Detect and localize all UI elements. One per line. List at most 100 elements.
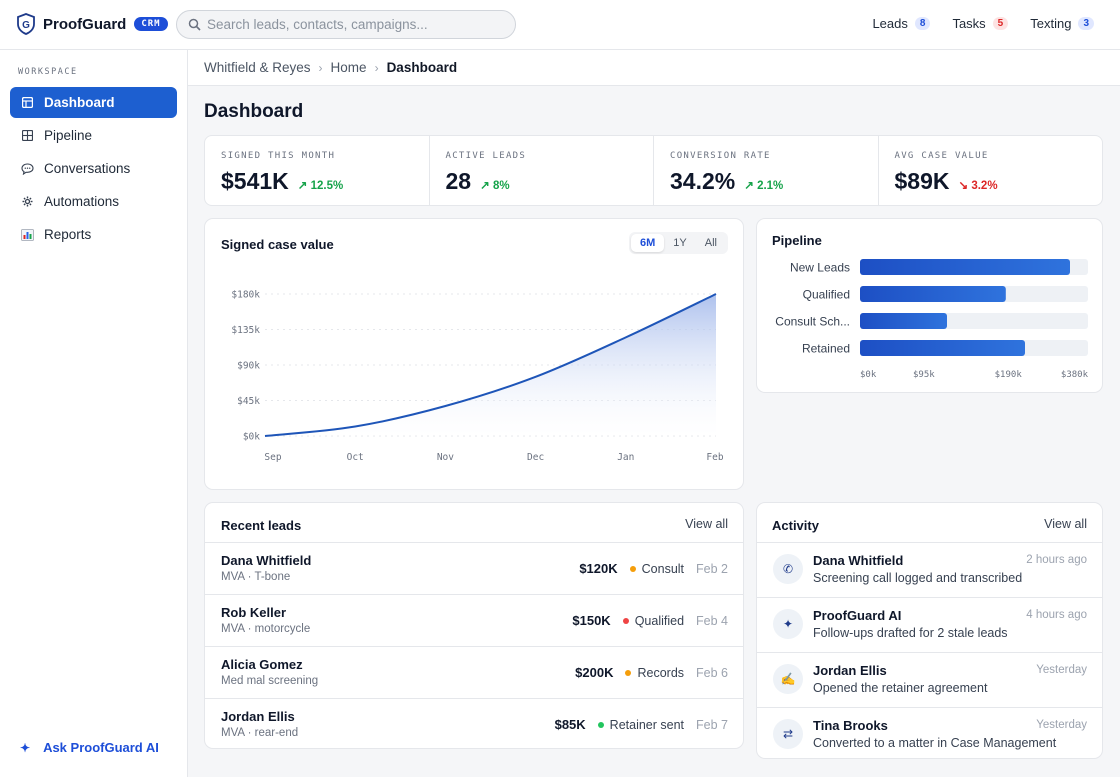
y-tick-label: $45k xyxy=(237,396,260,407)
lead-stage: Consult xyxy=(641,561,685,576)
texting-count-badge: 3 xyxy=(1078,17,1094,30)
activity-item[interactable]: ✦ ProofGuard AI Follow-ups drafted for 2… xyxy=(757,597,1102,652)
top-link-texting[interactable]: Texting 3 xyxy=(1030,16,1094,31)
y-tick-label: $90k xyxy=(237,361,260,372)
stat-delta: ↗ 2.1% xyxy=(744,178,783,192)
sidebar-item-label: Pipeline xyxy=(44,128,93,143)
bar-chart-icon xyxy=(20,228,34,242)
stat-avg-case-value: AVG CASE VALUE $89K ↘ 3.2% xyxy=(879,136,1103,205)
lead-row[interactable]: Jordan Ellis MVA · rear-end $85K Retaine… xyxy=(205,698,743,750)
sidebar-item-automations[interactable]: Automations xyxy=(10,186,177,217)
pipeline-stage-label: Retained xyxy=(802,342,850,356)
signed-case-value-card: $0k $45k $90k $135k $180k Sep Oct Nov Dec Jan Feb … xyxy=(204,218,744,490)
lead-case-type: Med mal screening xyxy=(221,675,319,687)
phone-icon: ✆ xyxy=(773,554,803,584)
ask-ai-button[interactable]: ✦ Ask ProofGuard AI xyxy=(20,740,159,755)
lead-row[interactable]: Rob Keller MVA · motorcycle $150K Qualif… xyxy=(205,594,743,646)
brand-name: ProofGuard xyxy=(43,15,127,33)
stat-value: 28 xyxy=(445,168,472,194)
search-input[interactable] xyxy=(207,17,497,32)
top-link-leads[interactable]: Leads 8 xyxy=(872,16,931,31)
pipeline-bar xyxy=(860,286,1006,302)
pipeline-bar xyxy=(860,259,1070,275)
pipeline-stage-label: New Leads xyxy=(790,261,850,275)
ask-ai-label: Ask ProofGuard AI xyxy=(43,740,159,755)
shield-logo-icon: G xyxy=(17,13,35,35)
stats-row: SIGNED THIS MONTH $541K ↗ 12.5% ACTIVE L… xyxy=(204,135,1103,206)
lead-amount: $85K xyxy=(554,717,586,732)
stat-conversion-rate: CONVERSION RATE 34.2% ↗ 2.1% xyxy=(654,136,879,205)
leads-view-all-link[interactable]: View all xyxy=(685,517,728,531)
sidebar-item-pipeline[interactable]: Pipeline xyxy=(10,120,177,151)
lead-date: Feb 4 xyxy=(696,613,728,628)
stat-label: SIGNED THIS MONTH xyxy=(221,151,336,161)
breadcrumb-home[interactable]: Home xyxy=(331,60,367,75)
activity-actor: ProofGuard AI xyxy=(813,608,902,623)
chart-title: Signed case value xyxy=(221,237,334,252)
sidebar-item-label: Conversations xyxy=(44,161,131,176)
stage-dot-icon xyxy=(597,721,604,728)
leads-count-badge: 8 xyxy=(914,17,931,30)
x-tick-label: Oct xyxy=(347,452,364,463)
activity-actor: Dana Whitfield xyxy=(813,553,904,568)
stat-delta: ↘ 3.2% xyxy=(958,178,997,192)
range-tab-all[interactable]: All xyxy=(696,234,726,252)
sidebar-item-label: Reports xyxy=(44,227,92,242)
y-tick-label: $0k xyxy=(243,432,260,443)
chevron-right-icon: › xyxy=(374,60,379,75)
stat-active-leads: ACTIVE LEADS 28 ↗ 8% xyxy=(430,136,654,205)
stat-label: CONVERSION RATE xyxy=(670,151,771,161)
top-link-tasks[interactable]: Tasks 5 xyxy=(952,16,1009,31)
activity-actor: Jordan Ellis xyxy=(813,663,887,678)
signature-icon: ✍ xyxy=(773,664,803,694)
tasks-count-badge: 5 xyxy=(992,17,1009,30)
range-tab-1y[interactable]: 1Y xyxy=(664,234,695,252)
stage-dot-icon xyxy=(622,617,629,624)
range-tab-6m[interactable]: 6M xyxy=(631,234,665,252)
y-tick-label: $135k xyxy=(231,325,260,336)
lead-stage: Qualified xyxy=(634,613,685,628)
lead-row[interactable]: Alicia Gomez Med mal screening $200K Rec… xyxy=(205,646,743,698)
lead-case-type: MVA · rear-end xyxy=(221,727,299,739)
activity-description: Converted to a matter in Case Management xyxy=(813,736,1057,750)
search-icon xyxy=(188,18,201,31)
activity-item[interactable]: ✆ Dana Whitfield Screening call logged a… xyxy=(757,542,1102,597)
stat-label: ACTIVE LEADS xyxy=(445,151,527,161)
pipeline-stage-label: Qualified xyxy=(803,288,850,302)
gear-icon xyxy=(20,195,34,209)
lead-date: Feb 6 xyxy=(696,665,728,680)
arrow-down-icon: ↘ xyxy=(958,180,972,192)
sidebar-item-reports[interactable]: Reports xyxy=(10,219,177,250)
activity-time: 2 hours ago xyxy=(1026,554,1087,566)
lead-amount: $150K xyxy=(572,613,611,628)
pipeline-icon xyxy=(20,129,34,143)
sidebar-item-conversations[interactable]: Conversations xyxy=(10,153,177,184)
stat-value: $541K xyxy=(221,168,289,194)
lead-date: Feb 2 xyxy=(696,561,728,576)
lead-row[interactable]: Dana Whitfield MVA · T-bone $120K Consul… xyxy=(205,542,743,594)
top-link-label: Leads xyxy=(872,16,908,31)
activity-item[interactable]: ⇄ Tina Brooks Converted to a matter in C… xyxy=(757,707,1102,762)
page-title: Dashboard xyxy=(204,101,304,122)
breadcrumb-firm[interactable]: Whitfield & Reyes xyxy=(204,60,311,75)
pipeline-bar xyxy=(860,313,947,329)
stage-dot-icon xyxy=(625,669,632,676)
x-tick-label: $95k xyxy=(913,370,935,380)
pipeline-title: Pipeline xyxy=(772,233,822,248)
x-tick-label: Feb xyxy=(706,452,723,463)
activity-view-all-link[interactable]: View all xyxy=(1044,517,1087,531)
brand[interactable]: G ProofGuard CRM xyxy=(16,13,168,35)
activity-item[interactable]: ✍ Jordan Ellis Opened the retainer agree… xyxy=(757,652,1102,707)
lead-case-type: MVA · T-bone xyxy=(221,571,291,583)
activity-description: Opened the retainer agreement xyxy=(813,681,988,695)
search-bar[interactable] xyxy=(176,10,516,39)
lead-date: Feb 7 xyxy=(696,717,728,732)
delta-value: 8% xyxy=(492,180,510,192)
sidebar-nav: Dashboard Pipeline Conversations Automat… xyxy=(10,87,177,252)
x-tick-label: $190k xyxy=(995,370,1023,380)
stat-label: AVG CASE VALUE xyxy=(894,151,989,161)
sidebar-item-dashboard[interactable]: Dashboard xyxy=(10,87,177,118)
x-tick-label: Sep xyxy=(264,452,281,463)
stat-value: 34.2% xyxy=(670,168,736,194)
x-tick-label: Jan xyxy=(617,452,634,463)
